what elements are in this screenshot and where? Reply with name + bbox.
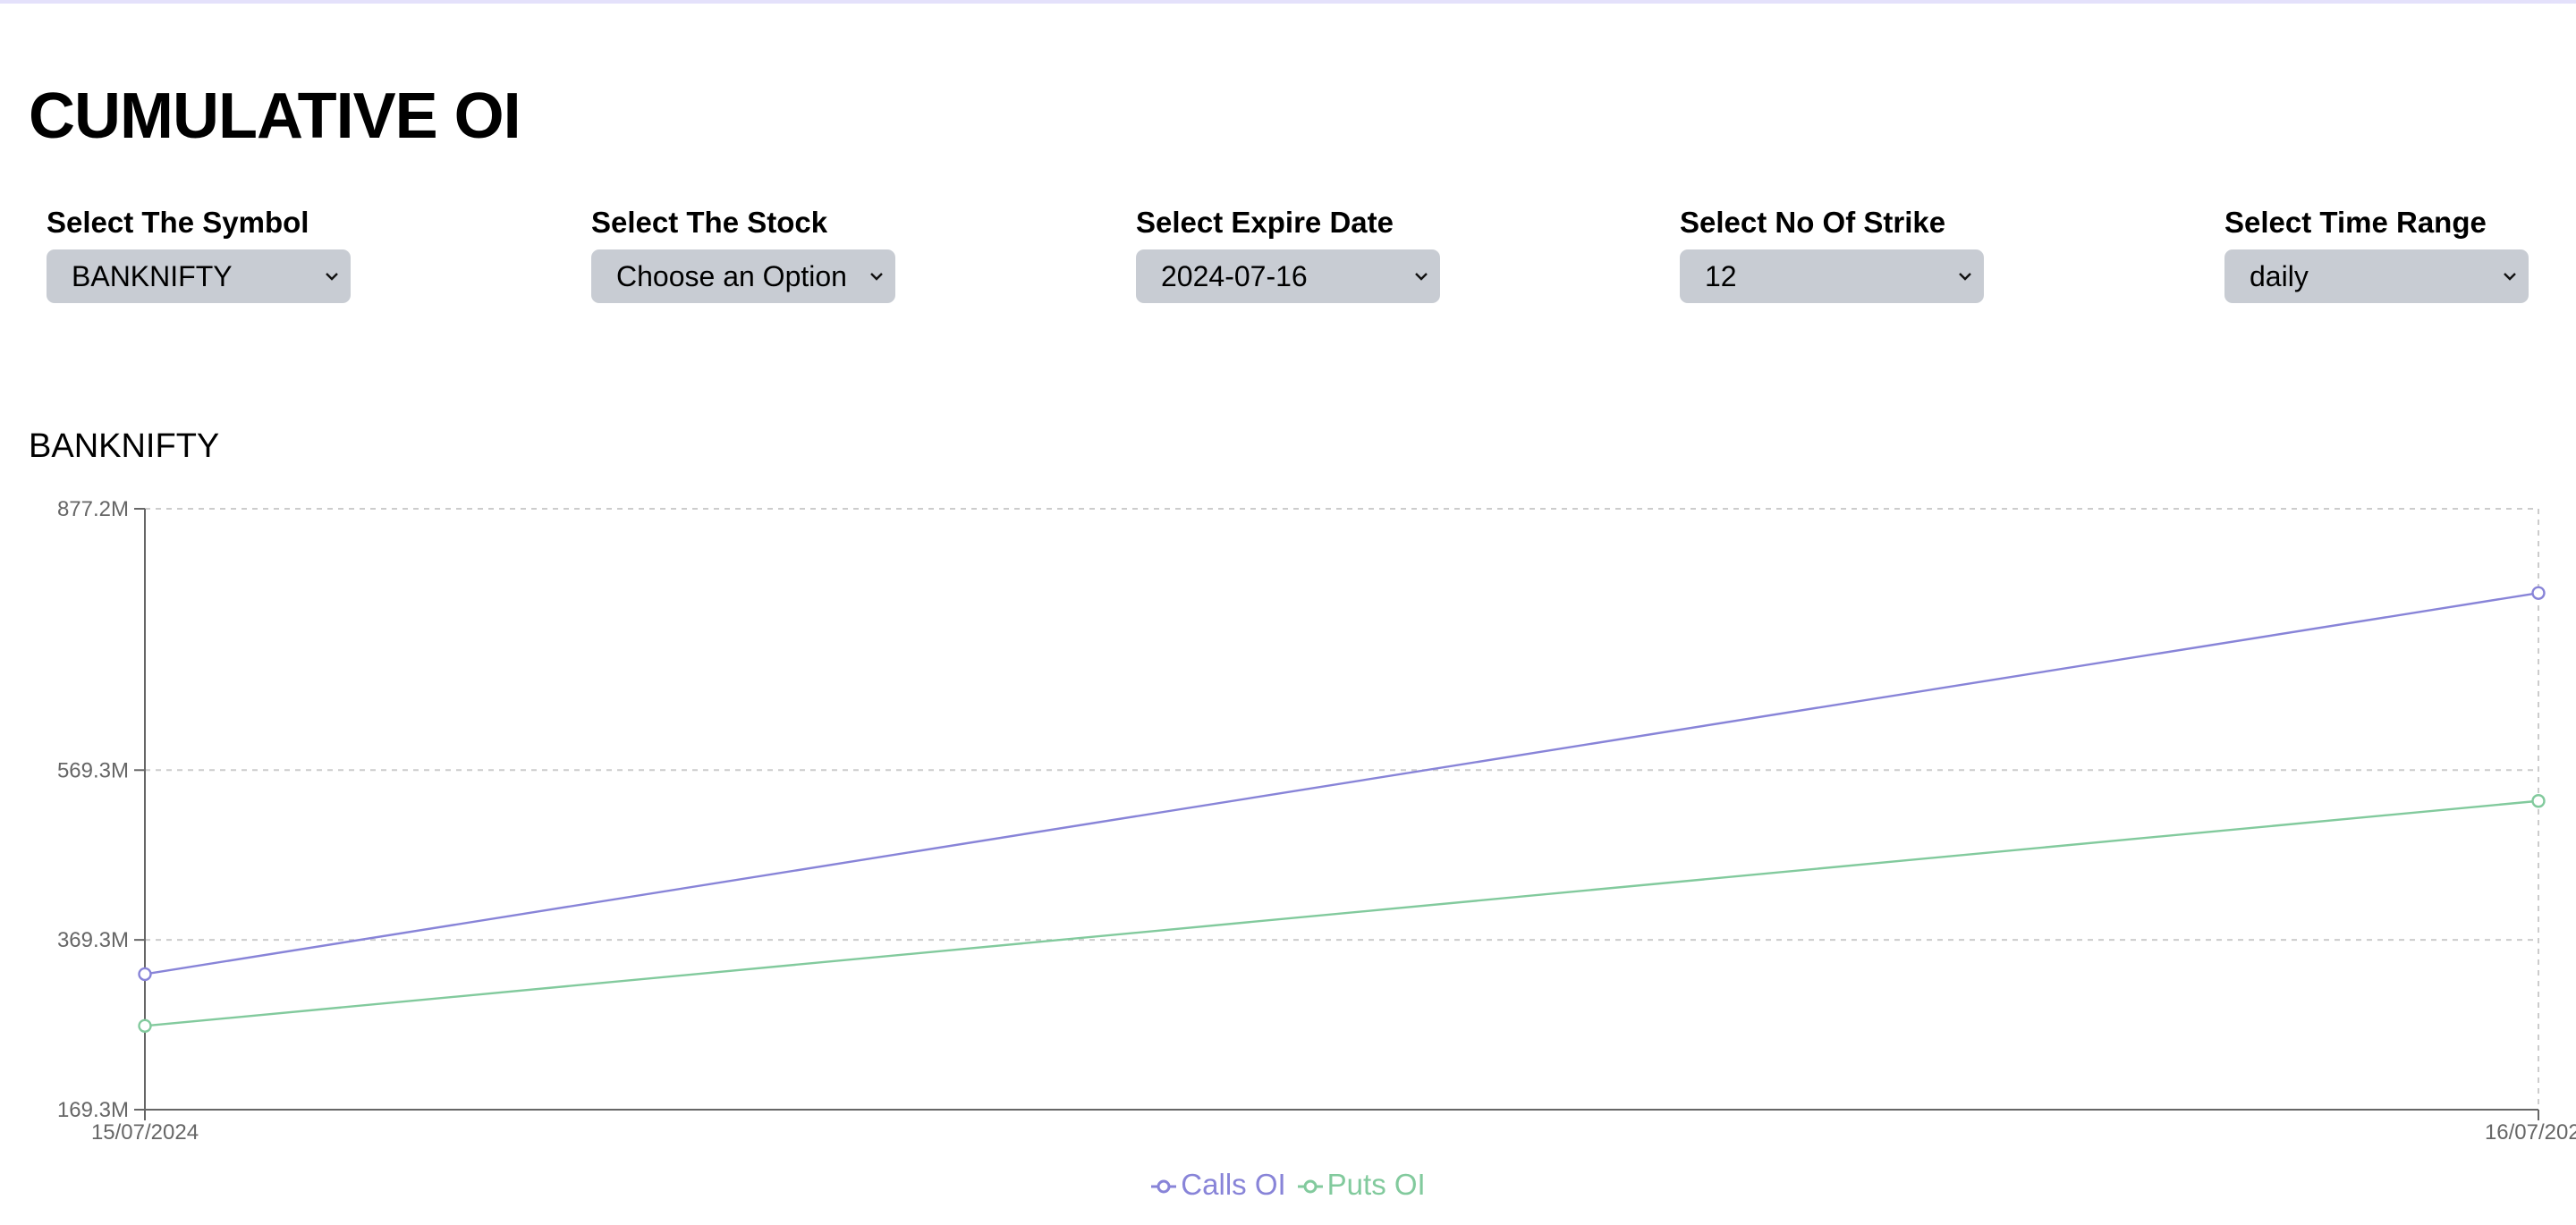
line-circle-marker-icon: [1151, 1179, 1177, 1194]
chevron-down-icon: [326, 273, 338, 281]
chevron-down-icon: [1415, 273, 1428, 281]
stock-select-value: Choose an Option: [616, 260, 847, 292]
legend-label: Calls OI: [1181, 1168, 1286, 1201]
y-tick-label: 369.3M: [57, 928, 129, 952]
chart-title: BANKNIFTY: [29, 427, 220, 465]
x-tick-label: 16/07/2024: [2485, 1120, 2576, 1145]
data-point-puts-oi: [138, 1018, 152, 1034]
symbol-select[interactable]: BANKNIFTY: [47, 249, 351, 303]
filter-stock: Select The Stock Choose an Option: [591, 207, 895, 303]
strike-select-value: 12: [1705, 260, 1737, 292]
series-line-calls-oi: [144, 591, 2539, 976]
data-point-puts-oi: [2531, 794, 2546, 808]
legend-item-puts-oi[interactable]: Puts OI: [1297, 1167, 1426, 1203]
filter-expire-date: Select Expire Date 2024-07-16: [1136, 207, 1440, 303]
chevron-down-icon: [870, 273, 883, 281]
filter-symbol-label: Select The Symbol: [47, 206, 309, 239]
symbol-select-value: BANKNIFTY: [72, 260, 233, 292]
filter-symbol: Select The Symbol BANKNIFTY: [47, 207, 351, 303]
legend-item-calls-oi[interactable]: Calls OI: [1150, 1167, 1286, 1203]
filters-bar: Select The Symbol BANKNIFTY Select The S…: [47, 207, 2533, 306]
time-range-select-value: daily: [2250, 260, 2309, 292]
filter-strike-label: Select No Of Strike: [1680, 206, 1946, 239]
chart-legend: Calls OI Puts OI: [0, 1167, 2576, 1203]
time-range-select[interactable]: daily: [2224, 249, 2529, 303]
stock-select[interactable]: Choose an Option: [591, 249, 895, 303]
y-tick-label: 877.2M: [57, 497, 129, 521]
filter-time-range-label: Select Time Range: [2224, 206, 2487, 239]
filter-time-range: Select Time Range daily: [2224, 207, 2529, 303]
oi-line-chart: 169.3M 369.3M 569.3M 877.2M 15/07/2024 16/07/…: [57, 497, 2576, 1145]
filter-stock-label: Select The Stock: [591, 206, 828, 239]
x-tick-label: 15/07/2024: [91, 1120, 199, 1145]
filter-strike: Select No Of Strike 12: [1680, 207, 1984, 303]
expire-date-select[interactable]: 2024-07-16: [1136, 249, 1440, 303]
line-circle-marker-icon: [1297, 1179, 1323, 1194]
strike-select[interactable]: 12: [1680, 249, 1984, 303]
chevron-down-icon: [1959, 273, 1971, 281]
y-tick-label: 569.3M: [57, 758, 129, 782]
filter-expire-date-label: Select Expire Date: [1136, 206, 1394, 239]
y-tick-label: 169.3M: [57, 1098, 129, 1122]
top-border: [0, 0, 2576, 4]
series-line-puts-oi: [144, 799, 2539, 1027]
legend-label: Puts OI: [1326, 1168, 1426, 1201]
data-point-calls-oi: [2531, 586, 2546, 600]
chevron-down-icon: [2504, 273, 2516, 281]
expire-date-select-value: 2024-07-16: [1161, 260, 1308, 292]
data-point-calls-oi: [138, 967, 152, 982]
page-title: CUMULATIVE OI: [29, 80, 521, 152]
